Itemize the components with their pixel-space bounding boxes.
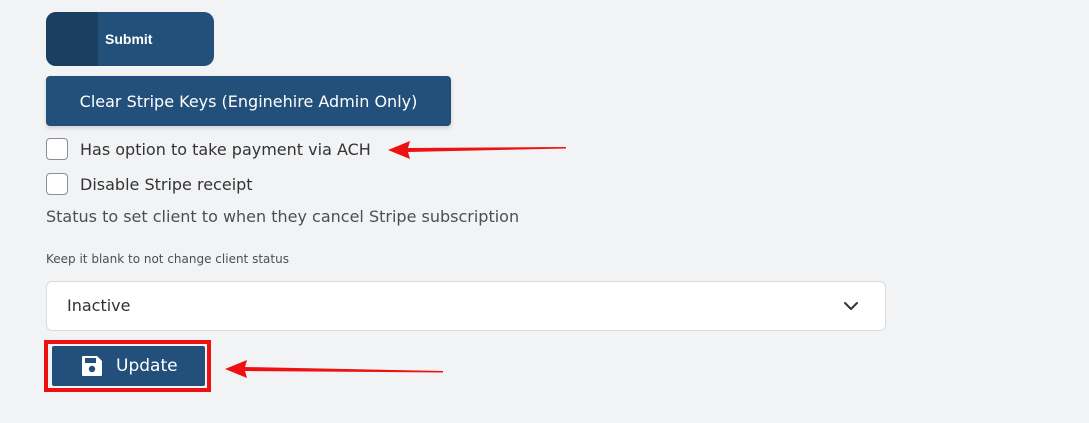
disable-receipt-option[interactable]: Disable Stripe receipt [46,171,253,197]
submit-button-label: Submit [105,31,153,47]
clear-stripe-keys-button[interactable]: Clear Stripe Keys (Enginehire Admin Only… [46,76,451,126]
cancel-status-select[interactable]: Inactive [46,281,886,331]
disable-receipt-label: Disable Stripe receipt [80,174,253,194]
submit-button[interactable]: Submit [46,12,214,66]
update-button[interactable]: Update [52,346,205,386]
disable-receipt-checkbox[interactable] [46,173,68,195]
settings-page: Submit Clear Stripe Keys (Enginehire Adm… [0,0,1089,423]
update-button-label: Update [116,356,178,376]
chevron-down-icon [844,302,858,310]
ach-checkbox-label: Has option to take payment via ACH [80,139,371,159]
save-icon [82,356,102,376]
ach-checkbox[interactable] [46,138,68,160]
annotation-arrow [225,360,443,378]
submit-button-shade [46,12,98,66]
cancel-status-value: Inactive [67,296,131,315]
ach-payment-option[interactable]: Has option to take payment via ACH [46,136,371,162]
annotation-arrow [388,141,566,159]
cancel-status-label: Status to set client to when they cancel… [46,207,520,226]
cancel-status-hint: Keep it blank to not change client statu… [46,252,289,266]
